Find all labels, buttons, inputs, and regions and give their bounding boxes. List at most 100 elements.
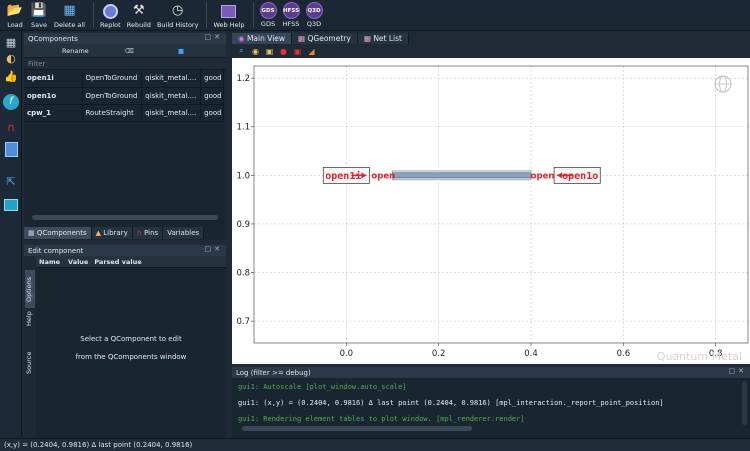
tab-qgeometry[interactable]: ▦ QGeometry (292, 33, 358, 44)
y-tick-label: 0.7 (236, 317, 250, 327)
replot-icon (101, 2, 119, 20)
log-line: gui1: Autoscale [plot_window.auto_scale] (238, 383, 407, 391)
tab-variables[interactable]: Variables (163, 227, 205, 239)
web-help-button[interactable]: Web Help (213, 2, 245, 29)
table-icon: ▦ (363, 34, 374, 43)
tab-net-list[interactable]: ▦ Net List (357, 33, 409, 44)
q3d-chip-icon: Q3D (305, 2, 323, 19)
gds-renderer-button[interactable]: GDS GDS (259, 2, 277, 28)
history-icon: ◷ (172, 3, 184, 18)
hfss-renderer-button[interactable]: HFSS HFSS (282, 2, 300, 28)
delete-all-icon: ▦ (63, 3, 76, 18)
edit-component-panel: Edit component □✕ Name Value Parsed valu… (24, 245, 226, 437)
qcomponents-panel: QComponents □✕ Rename ⌫ ■ Filter open1i … (24, 33, 226, 240)
tab-pins[interactable]: ∩ Pins (132, 227, 164, 239)
watermark-text: Quantum Metal (657, 350, 742, 363)
chip-icon[interactable]: ▦ (3, 34, 19, 50)
plot-canvas[interactable]: open1i open1oopen open 0.0 0.2 0.4 0.6 0.80.70… (232, 58, 750, 364)
dial-icon[interactable]: ◐ (3, 50, 19, 66)
edit-hint-line-2: from the QComponents window (75, 353, 187, 361)
qcomponents-dock-title: QComponents □✕ (24, 33, 226, 44)
replot-button[interactable]: Replot (100, 2, 121, 29)
pin-marker-icon[interactable]: ● (278, 46, 289, 57)
table-horizontal-scrollbar[interactable] (32, 215, 218, 220)
fit-view-icon[interactable]: ⇱ (3, 173, 19, 189)
x-tick-label: 0.0 (340, 349, 354, 359)
function-icon[interactable]: f (3, 94, 19, 110)
route-trace (392, 172, 532, 179)
edit-component-dock-title: Edit component □✕ (24, 245, 226, 256)
left-icon-bar: ▦ ◐ 👍 f ∩ ⇱ (0, 31, 22, 437)
pin-name-label: open (371, 171, 395, 181)
y-tick-label: 1.0 (236, 171, 250, 181)
x-tick-label: 0.4 (524, 349, 538, 359)
save-button[interactable]: 💾 Save (30, 2, 48, 29)
log-panel: Log (filter >= debug) □✕ gui1: Autoscale… (232, 367, 750, 437)
qcomponents-tab-bar: ▦ QComponents ▲ Library ∩ Pins Variables (24, 227, 226, 239)
pin-name-label: open (531, 171, 555, 181)
log-vertical-scrollbar[interactable] (742, 381, 747, 425)
tab-library[interactable]: ▲ Library (91, 227, 133, 239)
document-icon[interactable] (3, 141, 19, 157)
load-button[interactable]: 📂 Load (6, 2, 24, 29)
plot-toolbar: ⌕ ◉ ▣ ● ▣ ◢ (232, 44, 750, 58)
magnet-icon[interactable]: ∩ (3, 119, 19, 135)
rebuild-button[interactable]: ⚒ Rebuild (127, 2, 151, 29)
dock-float-close-icon[interactable]: □✕ (205, 245, 223, 253)
filter-input[interactable]: Filter (24, 58, 226, 70)
build-history-button[interactable]: ◷ Build History (157, 2, 199, 29)
rebuild-icon: ⚒ (133, 3, 145, 18)
x-tick-label: 0.2 (432, 349, 446, 359)
tab-main-view[interactable]: ◉ Main View (232, 33, 293, 44)
toolbar-separator (252, 2, 254, 28)
table-icon: ▦ (298, 34, 308, 43)
plot-figure-background (232, 58, 750, 364)
zoom-icon[interactable]: ⌕ (236, 46, 247, 57)
tab-help[interactable]: Help (25, 310, 35, 328)
log-dock-title: Log (filter >= debug) □✕ (232, 367, 750, 378)
table-row[interactable]: open1i OpenToGround qiskit_metal.... goo… (24, 70, 224, 88)
tab-options[interactable]: Options (25, 270, 35, 308)
thumbs-up-icon[interactable]: 👍 (3, 68, 19, 84)
ruler-icon[interactable]: ◢ (306, 46, 317, 57)
toolbar-separator (93, 2, 95, 28)
qcomponents-toolbar: Rename ⌫ ■ (24, 44, 226, 58)
delete-all-button[interactable]: ▦ Delete all (54, 2, 85, 29)
log-horizontal-scrollbar[interactable] (242, 426, 472, 431)
trash-icon[interactable]: ⌫ (125, 47, 134, 55)
y-tick-label: 0.8 (236, 269, 250, 279)
edit-hint-line-1: Select a QComponent to edit (80, 335, 182, 343)
pin-label: open1o (562, 171, 598, 182)
pan-icon[interactable]: ▣ (264, 46, 275, 57)
reset-view-icon[interactable]: ◉ (250, 46, 261, 57)
main-toolbar: 📂 Load 💾 Save ▦ Delete all Replot ⚒ Rebu… (0, 0, 750, 31)
edit-table-header: Name Value Parsed value (36, 256, 226, 268)
save-icon: 💾 (30, 3, 48, 18)
y-tick-label: 1.2 (236, 74, 250, 84)
gds-chip-icon: GDS (259, 2, 277, 19)
x-tick-label: 0.6 (617, 349, 631, 359)
log-line: gui1: Rendering element tables to plot w… (238, 415, 525, 423)
dock-float-close-icon[interactable]: □✕ (729, 367, 747, 375)
table-row[interactable]: open1o OpenToGround qiskit_metal.... goo… (24, 87, 224, 105)
main-view-tab-bar: ◉ Main View ▦ QGeometry ▦ Net List (232, 33, 750, 44)
table-row[interactable]: cpw_1 RouteStraight qiskit_metal.... goo… (24, 104, 224, 122)
log-line: gui1: (x,y) = (0.2404, 0.9816) Δ last po… (238, 399, 664, 407)
rename-button[interactable]: Rename (62, 47, 89, 55)
tab-qcomponents[interactable]: ▦ QComponents (24, 227, 92, 239)
edit-vertical-tabs: Options Help Source (24, 256, 36, 437)
q3d-renderer-button[interactable]: Q3D Q3D (305, 2, 323, 28)
y-tick-label: 1.1 (236, 123, 250, 133)
select-icon[interactable]: ■ (178, 47, 184, 55)
qcomponents-table: open1i OpenToGround qiskit_metal.... goo… (24, 70, 224, 122)
tab-source[interactable]: Source (25, 350, 35, 376)
lock-icon[interactable]: ▣ (292, 46, 303, 57)
screenshot-icon[interactable] (3, 197, 19, 213)
main-view-panel: ◉ Main View ▦ QGeometry ▦ Net List ⌕ ◉ ▣… (232, 33, 750, 364)
hfss-chip-icon: HFSS (282, 2, 300, 19)
magnet-icon: ∩ (136, 229, 145, 237)
main-view-icon: ◉ (238, 34, 247, 43)
status-bar: (x,y) = (0.2404, 0.9816) Δ last point (0… (0, 438, 750, 451)
chip-icon: ▦ (28, 229, 37, 237)
dock-float-close-icon[interactable]: □✕ (205, 33, 223, 41)
